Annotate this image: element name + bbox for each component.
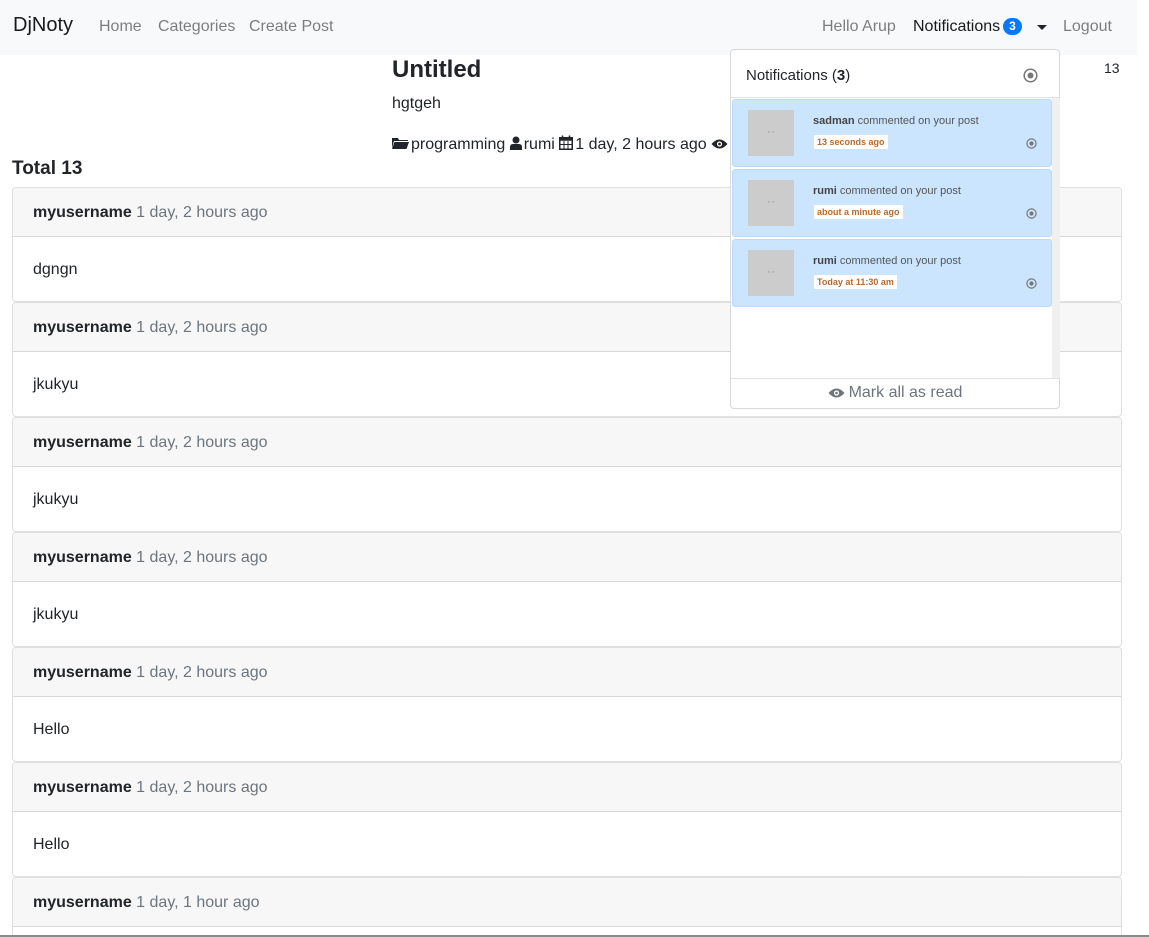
eye-icon: [828, 386, 845, 404]
comment-time: 1 day, 2 hours ago: [136, 434, 268, 451]
post-author-link[interactable]: rumi: [524, 136, 555, 153]
comment-user: myusername: [33, 434, 132, 451]
dropdown-title-close: ): [845, 67, 851, 84]
comment-card: myusername 1 day, 1 hour ago: [12, 877, 1122, 935]
target-icon[interactable]: [1026, 206, 1037, 224]
notifications-toggle[interactable]: Notifications 3: [913, 18, 1022, 36]
user-icon: [509, 136, 522, 155]
post-meta: programming rumi 1 day, 2 hours ago: [392, 135, 730, 155]
notification-text: rumi commented on your post: [813, 185, 961, 197]
target-icon[interactable]: [1023, 68, 1038, 88]
calendar-icon: [559, 135, 574, 155]
comment-user: myusername: [33, 549, 132, 566]
comment-user: myusername: [33, 204, 132, 221]
comment-text: Hello: [33, 836, 70, 853]
comment-time: 1 day, 2 hours ago: [136, 549, 268, 566]
post-body: hgtgeh: [392, 95, 441, 112]
post-date: 1 day, 2 hours ago: [575, 136, 707, 153]
comment-header: myusername 1 day, 2 hours ago: [13, 763, 1121, 812]
brand-link[interactable]: DjNoty: [13, 14, 73, 37]
notifications-label: Notifications: [913, 18, 1001, 35]
dropdown-title: Notifications (: [746, 67, 837, 84]
comment-user: myusername: [33, 894, 132, 911]
mark-all-read-button[interactable]: Mark all as read: [731, 378, 1059, 409]
nav-link-logout[interactable]: Logout: [1063, 18, 1112, 36]
comment-text: [13, 927, 1121, 935]
comment-user: myusername: [33, 779, 132, 796]
notification-item[interactable]: ◦ ◦ rumi commented on your post about a …: [732, 169, 1052, 237]
dropdown-count: 3: [836, 67, 846, 84]
notification-action: commented on your post: [839, 255, 961, 267]
comment-text: jkukyu: [33, 606, 79, 623]
dropdown-scrollbar[interactable]: [1052, 98, 1060, 378]
comment-header: myusername 1 day, 1 hour ago: [13, 878, 1121, 927]
comment-card: myusername 1 day, 2 hours ago Hello: [12, 762, 1122, 877]
comment-text: jkukyu: [33, 491, 79, 508]
comments-total: Total 13: [12, 158, 83, 179]
notification-item[interactable]: ◦ ◦ rumi commented on your post Today at…: [732, 239, 1052, 307]
comment-time: 1 day, 2 hours ago: [136, 319, 268, 336]
mark-all-read-label: Mark all as read: [848, 384, 963, 401]
notification-action: commented on your post: [839, 185, 961, 197]
eye-icon: [711, 137, 728, 155]
caret-down-icon[interactable]: [1037, 25, 1047, 30]
notification-time: about a minute ago: [814, 205, 903, 219]
avatar: ◦ ◦: [748, 110, 794, 156]
navbar: DjNoty Home Categories Create Post Hello…: [0, 0, 1137, 55]
notification-action: commented on your post: [857, 115, 979, 127]
target-icon[interactable]: [1026, 276, 1037, 294]
avatar: ◦ ◦: [748, 180, 794, 226]
nav-link-create-post[interactable]: Create Post: [249, 18, 333, 36]
notification-text: sadman commented on your post: [813, 115, 979, 127]
comment-user: myusername: [33, 664, 132, 681]
nav-link-categories[interactable]: Categories: [158, 18, 235, 36]
comment-card: myusername 1 day, 2 hours ago Hello: [12, 647, 1122, 762]
notifications-dropdown: Notifications (3) ◦ ◦ sadman commented o…: [730, 49, 1060, 409]
post-title: Untitled: [392, 56, 482, 83]
dropdown-header: Notifications (3): [731, 50, 1059, 98]
comment-header: myusername 1 day, 2 hours ago: [13, 533, 1121, 582]
notification-actor: rumi: [813, 255, 837, 267]
comment-text: Hello: [33, 721, 70, 738]
folder-open-icon: [392, 136, 409, 155]
notification-time: 13 seconds ago: [814, 135, 888, 149]
comment-header: myusername 1 day, 2 hours ago: [13, 418, 1121, 467]
comment-time: 1 day, 2 hours ago: [136, 204, 268, 221]
comment-user: myusername: [33, 319, 132, 336]
side-count: 13: [1104, 60, 1120, 76]
comment-time: 1 day, 1 hour ago: [136, 894, 260, 911]
notification-actor: rumi: [813, 185, 837, 197]
notification-text: rumi commented on your post: [813, 255, 961, 267]
post-category-link[interactable]: programming: [411, 136, 505, 153]
notification-item[interactable]: ◦ ◦ sadman commented on your post 13 sec…: [732, 99, 1052, 167]
avatar: ◦ ◦: [748, 250, 794, 296]
comment-card: myusername 1 day, 2 hours ago jkukyu: [12, 532, 1122, 647]
notification-actor: sadman: [813, 115, 855, 127]
comment-time: 1 day, 2 hours ago: [136, 779, 268, 796]
target-icon[interactable]: [1026, 136, 1037, 154]
comment-header: myusername 1 day, 2 hours ago: [13, 648, 1121, 697]
nav-link-home[interactable]: Home: [99, 18, 142, 36]
nav-greeting: Hello Arup: [822, 18, 896, 35]
comment-card: myusername 1 day, 2 hours ago jkukyu: [12, 417, 1122, 532]
notification-time: Today at 11:30 am: [814, 275, 897, 289]
comment-time: 1 day, 2 hours ago: [136, 664, 268, 681]
notifications-count-badge: 3: [1003, 18, 1022, 35]
